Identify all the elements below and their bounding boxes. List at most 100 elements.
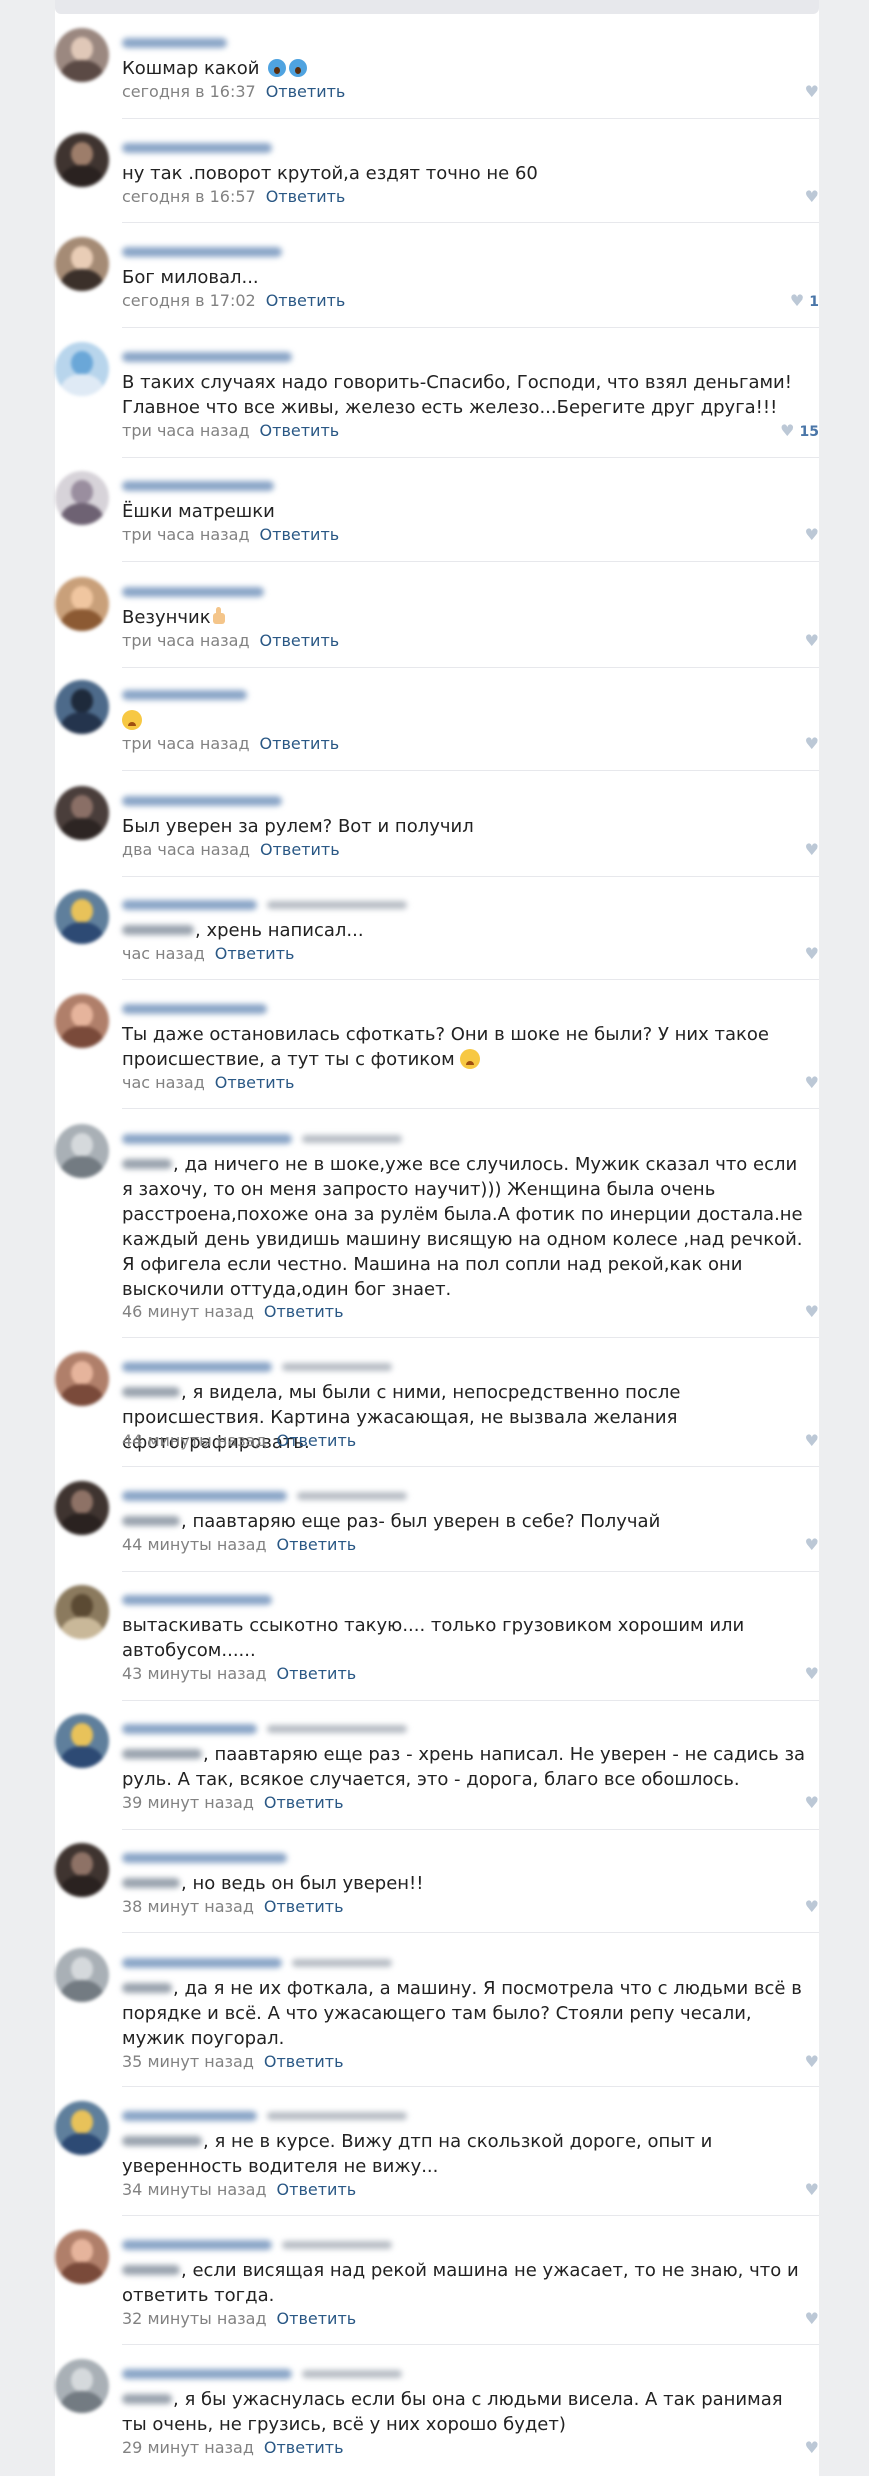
like-button[interactable]: ♥ [805,525,819,545]
addressee-name[interactable] [122,1749,202,1759]
avatar[interactable] [55,890,109,944]
author-line[interactable] [122,31,772,48]
like-button[interactable]: ♥ [805,631,819,651]
addressee-name[interactable] [122,1878,180,1888]
reply-link[interactable]: Ответить [266,82,346,101]
author-line[interactable] [122,2104,772,2121]
avatar[interactable] [55,2101,109,2155]
timestamp[interactable]: 43 минуты назад [122,1664,267,1683]
like-button[interactable]: ♥ [805,1897,819,1917]
reply-link[interactable]: Ответить [215,1073,295,1092]
reply-link[interactable]: Ответить [277,2309,357,2328]
reply-link[interactable]: Ответить [260,421,340,440]
addressee-name[interactable] [122,925,194,935]
reply-link[interactable]: Ответить [277,2180,357,2199]
avatar[interactable] [55,342,109,396]
addressee-name[interactable] [122,2265,180,2275]
like-button[interactable]: ♥ [805,1431,819,1451]
author-line[interactable] [122,893,772,910]
author-line[interactable] [122,580,772,597]
reply-link[interactable]: Ответить [264,1302,344,1321]
avatar[interactable] [55,1948,109,2002]
author-line[interactable] [122,1846,772,1863]
timestamp[interactable]: 34 минуты назад [122,2180,267,2199]
like-button[interactable]: ♥ [805,840,819,860]
timestamp[interactable]: 32 минуты назад [122,2309,267,2328]
author-line[interactable] [122,2362,772,2379]
avatar[interactable] [55,133,109,187]
like-button[interactable]: ♥ [805,1073,819,1093]
author-line[interactable] [122,1717,772,1734]
avatar[interactable] [55,680,109,734]
author-line[interactable] [122,2233,772,2250]
avatar[interactable] [55,1714,109,1768]
avatar[interactable] [55,1352,109,1406]
timestamp[interactable]: 38 минут назад [122,1897,254,1916]
addressee-name[interactable] [122,1159,172,1169]
like-button[interactable]: ♥ [805,1302,819,1322]
like-button[interactable]: ♥ [805,2180,819,2200]
like-button[interactable]: ♥ [805,187,819,207]
author-line[interactable] [122,997,772,1014]
like-button[interactable]: ♥ 1 [790,291,819,312]
timestamp[interactable]: сегодня в 17:02 [122,291,256,310]
avatar[interactable] [55,237,109,291]
reply-link[interactable]: Ответить [277,1664,357,1683]
timestamp[interactable]: час назад [122,944,205,963]
avatar[interactable] [55,786,109,840]
reply-link[interactable]: Ответить [260,525,340,544]
timestamp[interactable]: 44 минуты назад [122,1535,267,1554]
like-button[interactable]: ♥ [805,2309,819,2329]
author-line[interactable] [122,1588,772,1605]
author-line[interactable] [122,240,772,257]
timestamp[interactable]: три часа назад [122,421,250,440]
addressee-name[interactable] [122,2394,172,2404]
like-button[interactable]: ♥ 15 [780,421,819,442]
reply-link[interactable]: Ответить [260,840,340,859]
avatar[interactable] [55,1124,109,1178]
avatar[interactable] [55,1481,109,1535]
author-line[interactable] [122,136,772,153]
reply-link[interactable]: Ответить [266,291,346,310]
timestamp[interactable]: сегодня в 16:57 [122,187,256,206]
like-button[interactable]: ♥ [805,734,819,754]
like-button[interactable]: ♥ [805,2052,819,2072]
like-button[interactable]: ♥ [805,82,819,102]
reply-link[interactable]: Ответить [277,1431,357,1450]
avatar[interactable] [55,2359,109,2413]
timestamp[interactable]: 35 минут назад [122,2052,254,2071]
reply-link[interactable]: Ответить [260,631,340,650]
timestamp[interactable]: три часа назад [122,734,250,753]
like-button[interactable]: ♥ [805,1793,819,1813]
timestamp[interactable]: сегодня в 16:37 [122,82,256,101]
reply-link[interactable]: Ответить [264,1793,344,1812]
author-line[interactable] [122,1484,772,1501]
author-line[interactable] [122,474,772,491]
author-line[interactable] [122,1355,772,1372]
author-line[interactable] [122,683,772,700]
like-button[interactable]: ♥ [805,1535,819,1555]
reply-link[interactable]: Ответить [264,2052,344,2071]
timestamp[interactable]: 39 минут назад [122,1793,254,1812]
like-button[interactable]: ♥ [805,944,819,964]
addressee-name[interactable] [122,2136,202,2146]
timestamp[interactable]: час назад [122,1073,205,1092]
addressee-name[interactable] [122,1983,172,1993]
reply-link[interactable]: Ответить [264,1897,344,1916]
addressee-name[interactable] [122,1387,180,1397]
avatar[interactable] [55,2230,109,2284]
avatar[interactable] [55,577,109,631]
timestamp[interactable]: 29 минут назад [122,2438,254,2457]
timestamp[interactable]: два часа назад [122,840,250,859]
avatar[interactable] [55,28,109,82]
like-button[interactable]: ♥ [805,2438,819,2458]
avatar[interactable] [55,1843,109,1897]
reply-link[interactable]: Ответить [277,1535,357,1554]
author-line[interactable] [122,1951,772,1968]
reply-link[interactable]: Ответить [260,734,340,753]
addressee-name[interactable] [122,1516,180,1526]
timestamp[interactable]: 44 минуты назад [122,1431,267,1450]
avatar[interactable] [55,471,109,525]
like-button[interactable]: ♥ [805,1664,819,1684]
author-line[interactable] [122,345,772,362]
